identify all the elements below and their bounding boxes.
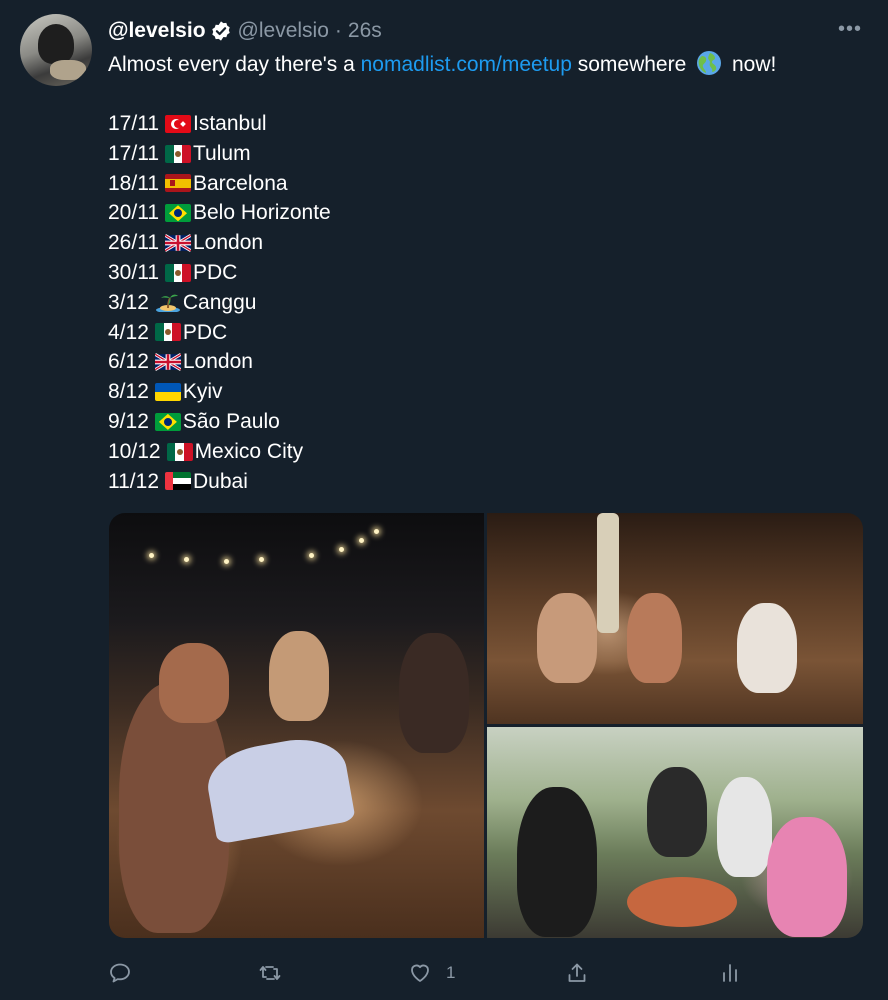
person-shape: [269, 631, 329, 721]
person-shape: [647, 767, 707, 857]
meetup-date: 10/12: [108, 439, 161, 463]
mexico-flag-icon: [165, 144, 191, 163]
reply-icon: [110, 963, 130, 983]
tweet-timestamp[interactable]: 26s: [348, 19, 382, 43]
verified-badge-icon: [211, 21, 230, 41]
spain-flag-icon: [165, 174, 191, 193]
meetup-city: Istanbul: [193, 112, 267, 135]
heart-icon: [411, 964, 429, 982]
person-shape: [159, 643, 229, 723]
meetup-item: 26/11 London: [108, 228, 331, 258]
person-shape: [717, 777, 772, 877]
meetup-date: 6/12: [108, 350, 149, 374]
meetup-date: 26/11: [108, 231, 159, 255]
meetup-item: 10/12 Mexico City: [108, 437, 331, 467]
turkey-flag-icon: [165, 114, 191, 133]
brazil-flag-icon: [165, 204, 191, 223]
meetup-list: 17/11 Istanbul 17/11 Tulum 18/11 Barcelona 20/…: [108, 109, 331, 496]
analytics-button[interactable]: [718, 955, 742, 991]
meetup-date: 30/11: [108, 260, 159, 284]
meetup-city: Mexico City: [194, 439, 304, 463]
avatar-dog-shape: [50, 60, 86, 80]
like-button[interactable]: 1: [408, 955, 455, 991]
meetup-date: 18/11: [108, 171, 159, 195]
meetup-city: London: [182, 350, 253, 374]
meetup-date: 9/12: [108, 409, 149, 433]
tweet-actions: 1: [108, 955, 748, 991]
meetup-item: 18/11 Barcelona: [108, 169, 331, 199]
tweet-media-grid: [109, 513, 863, 938]
avatar-person-shape: [38, 24, 74, 64]
meetup-city: PDC: [193, 260, 238, 284]
analytics-icon: [723, 964, 737, 982]
photo-card-game-night[interactable]: [109, 513, 484, 938]
brazil-flag-icon: [154, 412, 181, 431]
tweet-text-start: Almost every day there's a: [108, 53, 361, 76]
meetup-item: 20/11 Belo Horizonte: [108, 198, 331, 228]
uk-flag-icon: [154, 353, 181, 372]
meetup-date: 17/11: [108, 112, 159, 135]
island-flag-icon: [155, 294, 181, 312]
meetup-date: 20/11: [108, 201, 159, 225]
meetup-date: 8/12: [108, 380, 149, 404]
tweet-text: Almost every day there's a nomadlist.com…: [108, 50, 776, 79]
meetup-item: 17/11 Tulum: [108, 139, 331, 169]
meetup-item: 6/12 London: [108, 347, 331, 377]
avatar[interactable]: [20, 14, 92, 86]
meetup-date: 17/11: [108, 141, 159, 165]
playing-cards-shape: [202, 731, 356, 845]
tweet-header: @levelsio @levelsio · 26s: [108, 16, 382, 46]
person-shape: [399, 633, 469, 753]
tweet-text-end: now!: [731, 53, 777, 76]
retweet-icon: [259, 966, 281, 980]
ukraine-flag-icon: [154, 383, 181, 402]
meetup-city: PDC: [182, 320, 228, 344]
meetup-date: 4/12: [108, 320, 149, 344]
uk-flag-icon: [165, 234, 191, 253]
reply-button[interactable]: [108, 955, 132, 991]
table-shape: [627, 877, 737, 927]
share-icon: [568, 963, 586, 982]
person-shape: [767, 817, 847, 937]
meetup-city: Dubai: [193, 469, 248, 493]
person-shape: [737, 603, 797, 693]
more-icon: •••: [837, 17, 862, 40]
meetup-link[interactable]: nomadlist.com/meetup: [361, 53, 572, 76]
meetup-item: 8/12 Kyiv: [108, 377, 331, 407]
photo-cafe-group[interactable]: [487, 727, 863, 938]
meetup-date: 11/12: [108, 469, 159, 493]
meetup-item: 3/12 Canggu: [108, 288, 331, 318]
person-shape: [537, 593, 597, 683]
meetup-city: Belo Horizonte: [193, 201, 331, 225]
meetup-city: Kyiv: [182, 380, 223, 404]
palm-trunk-shape: [597, 513, 619, 633]
globe-americas-icon: [697, 51, 722, 75]
share-button[interactable]: [565, 955, 589, 991]
more-options-button[interactable]: •••: [836, 16, 864, 42]
meetup-city: Barcelona: [193, 171, 288, 195]
meetup-city: Tulum: [193, 141, 251, 165]
meetup-date: 3/12: [108, 290, 149, 314]
meetup-item: 11/12 Dubai: [108, 467, 331, 497]
meetup-item: 4/12 PDC: [108, 318, 331, 348]
meetup-city: São Paulo: [182, 409, 280, 433]
photo-restaurant-group[interactable]: [487, 513, 863, 724]
separator-dot: ·: [334, 19, 342, 42]
mexico-flag-icon: [165, 263, 191, 282]
mexico-flag-icon: [166, 442, 193, 461]
person-shape: [517, 787, 597, 937]
meetup-item: 17/11 Istanbul: [108, 109, 331, 139]
meetup-city: Canggu: [182, 290, 257, 314]
meetup-item: 30/11 PDC: [108, 258, 331, 288]
uae-flag-icon: [165, 472, 191, 491]
like-count: 1: [446, 963, 456, 982]
tweet-text-middle: somewhere: [571, 53, 687, 76]
retweet-button[interactable]: [258, 955, 282, 991]
user-handle[interactable]: @levelsio: [238, 19, 329, 43]
person-shape: [627, 593, 682, 683]
meetup-item: 9/12 São Paulo: [108, 407, 331, 437]
meetup-city: London: [193, 231, 264, 255]
display-name[interactable]: @levelsio: [108, 19, 206, 43]
mexico-flag-icon: [154, 323, 181, 342]
